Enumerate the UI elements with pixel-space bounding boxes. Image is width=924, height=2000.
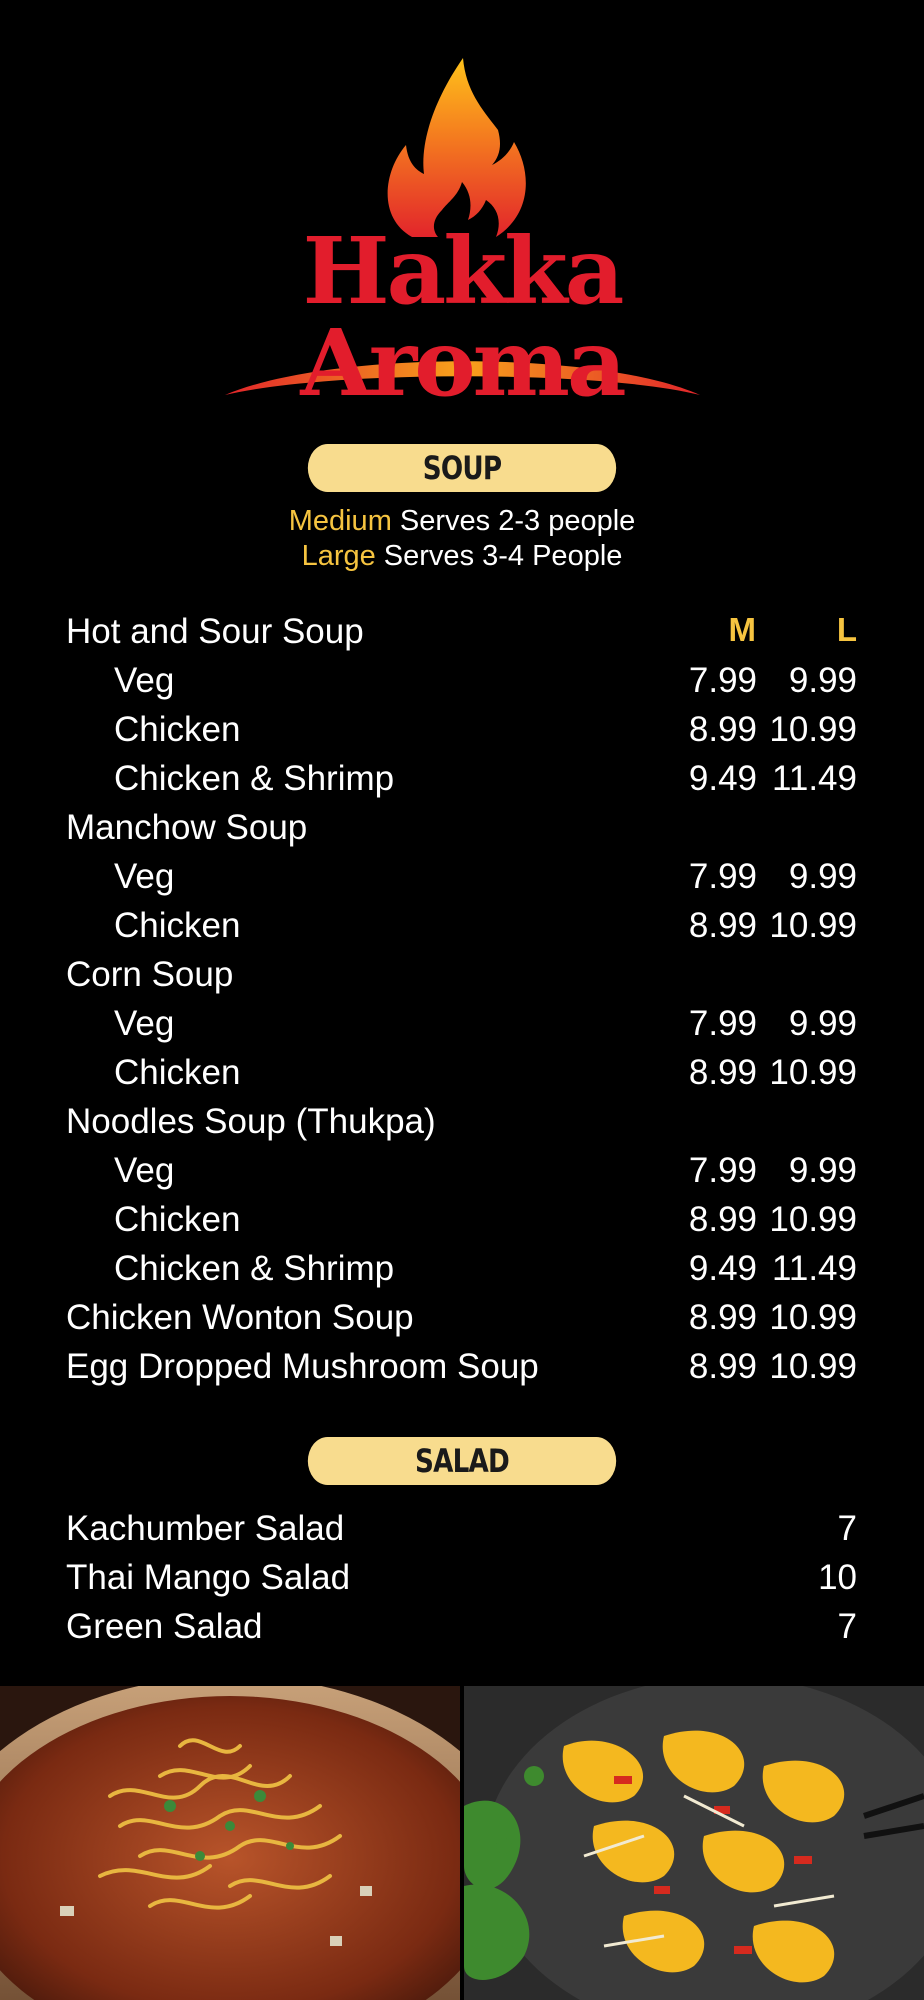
- price-medium: 7.99: [688, 1004, 757, 1043]
- brand-name: Hakka Aroma: [300, 217, 626, 417]
- item-price: 10: [818, 1558, 857, 1597]
- price-medium: 9.49: [688, 759, 757, 798]
- menu-item: Egg Dropped Mushroom Soup 8.99 10.99: [0, 1343, 924, 1391]
- brand-logo: Hakka Aroma: [180, 50, 744, 410]
- price-medium: 8.99: [688, 1347, 757, 1386]
- menu-item: Chicken & Shrimp 9.49 11.49: [0, 1245, 924, 1293]
- menu-item: Chicken & Shrimp 9.49 11.49: [0, 755, 924, 803]
- item-price: 7: [837, 1607, 857, 1646]
- menu-item: Kachumber Salad 7: [0, 1505, 924, 1553]
- menu-item: Thai Mango Salad 10: [0, 1554, 924, 1602]
- item-name: Veg: [114, 857, 175, 896]
- item-name: Noodles Soup (Thukpa): [66, 1102, 436, 1141]
- price-large: 9.99: [788, 1004, 857, 1043]
- serves-large-note: Large Serves 3-4 People: [0, 539, 924, 574]
- item-name: Kachumber Salad: [66, 1509, 345, 1548]
- price-medium: 7.99: [688, 661, 757, 700]
- menu-item: Veg 7.99 9.99: [0, 853, 924, 901]
- item-name: Manchow Soup: [66, 808, 308, 847]
- menu-board: Hakka Aroma SOUP Medium Serves 2-3 peopl…: [0, 0, 924, 2000]
- item-name: Thai Mango Salad: [66, 1558, 351, 1597]
- item-price: 7: [837, 1509, 857, 1548]
- menu-item: Hot and Sour Soup: [0, 608, 924, 656]
- menu-item: Chicken 8.99 10.99: [0, 1049, 924, 1097]
- menu-item: Chicken Wonton Soup 8.99 10.99: [0, 1294, 924, 1342]
- item-name: Green Salad: [66, 1607, 263, 1646]
- menu-item: Green Salad 7: [0, 1603, 924, 1651]
- price-large: 11.49: [772, 1249, 857, 1288]
- price-medium: 7.99: [688, 857, 757, 896]
- soup-bowl-photo: [0, 1686, 460, 2000]
- item-name: Chicken Wonton Soup: [66, 1298, 414, 1337]
- menu-item: Chicken 8.99 10.99: [0, 706, 924, 754]
- large-label: Large: [301, 540, 376, 572]
- price-medium: 7.99: [688, 1151, 757, 1190]
- item-name: Chicken: [114, 710, 241, 749]
- serves-medium-note: Medium Serves 2-3 people: [0, 504, 924, 539]
- price-medium: 8.99: [688, 1200, 757, 1239]
- price-medium: 8.99: [688, 1298, 757, 1337]
- price-medium: 8.99: [688, 710, 757, 749]
- item-name: Chicken & Shrimp: [114, 759, 395, 798]
- menu-item: Chicken 8.99 10.99: [0, 902, 924, 950]
- menu-item: Veg 7.99 9.99: [0, 1147, 924, 1195]
- item-name: Chicken: [114, 906, 241, 945]
- price-large: 11.49: [772, 759, 857, 798]
- price-large: 10.99: [769, 1053, 857, 1092]
- item-name: Corn Soup: [66, 955, 234, 994]
- price-large: 10.99: [769, 1298, 857, 1337]
- item-name: Egg Dropped Mushroom Soup: [66, 1347, 539, 1386]
- menu-item: Chicken 8.99 10.99: [0, 1196, 924, 1244]
- medium-serves-text: Serves 2-3 people: [391, 505, 636, 537]
- price-medium: 8.99: [688, 906, 757, 945]
- mango-salad-photo: [464, 1686, 924, 2000]
- item-name: Chicken: [114, 1053, 241, 1092]
- item-name: Chicken & Shrimp: [114, 1249, 395, 1288]
- item-name: Veg: [114, 1151, 175, 1190]
- menu-item: Manchow Soup: [0, 804, 924, 852]
- price-large: 10.99: [769, 1200, 857, 1239]
- price-large: 9.99: [788, 661, 857, 700]
- soup-bowl-image: [0, 1686, 460, 2000]
- menu-item: Veg 7.99 9.99: [0, 1000, 924, 1048]
- menu-item: Veg 7.99 9.99: [0, 657, 924, 705]
- price-large: 10.99: [769, 906, 857, 945]
- mango-salad-image: [464, 1686, 924, 2000]
- price-large: 10.99: [769, 1347, 857, 1386]
- price-medium: 8.99: [688, 1053, 757, 1092]
- item-name: Hot and Sour Soup: [66, 612, 364, 651]
- medium-label: Medium: [288, 505, 392, 537]
- item-name: Veg: [114, 661, 175, 700]
- soup-section-header: SOUP: [307, 444, 617, 492]
- item-name: Chicken: [114, 1200, 241, 1239]
- menu-item: Noodles Soup (Thukpa): [0, 1098, 924, 1146]
- item-name: Veg: [114, 1004, 175, 1043]
- salad-section-header: SALAD: [307, 1437, 617, 1485]
- menu-item: Corn Soup: [0, 951, 924, 999]
- price-large: 9.99: [788, 1151, 857, 1190]
- price-medium: 9.49: [688, 1249, 757, 1288]
- price-large: 9.99: [788, 857, 857, 896]
- large-serves-text: Serves 3-4 People: [375, 540, 623, 572]
- price-large: 10.99: [769, 710, 857, 749]
